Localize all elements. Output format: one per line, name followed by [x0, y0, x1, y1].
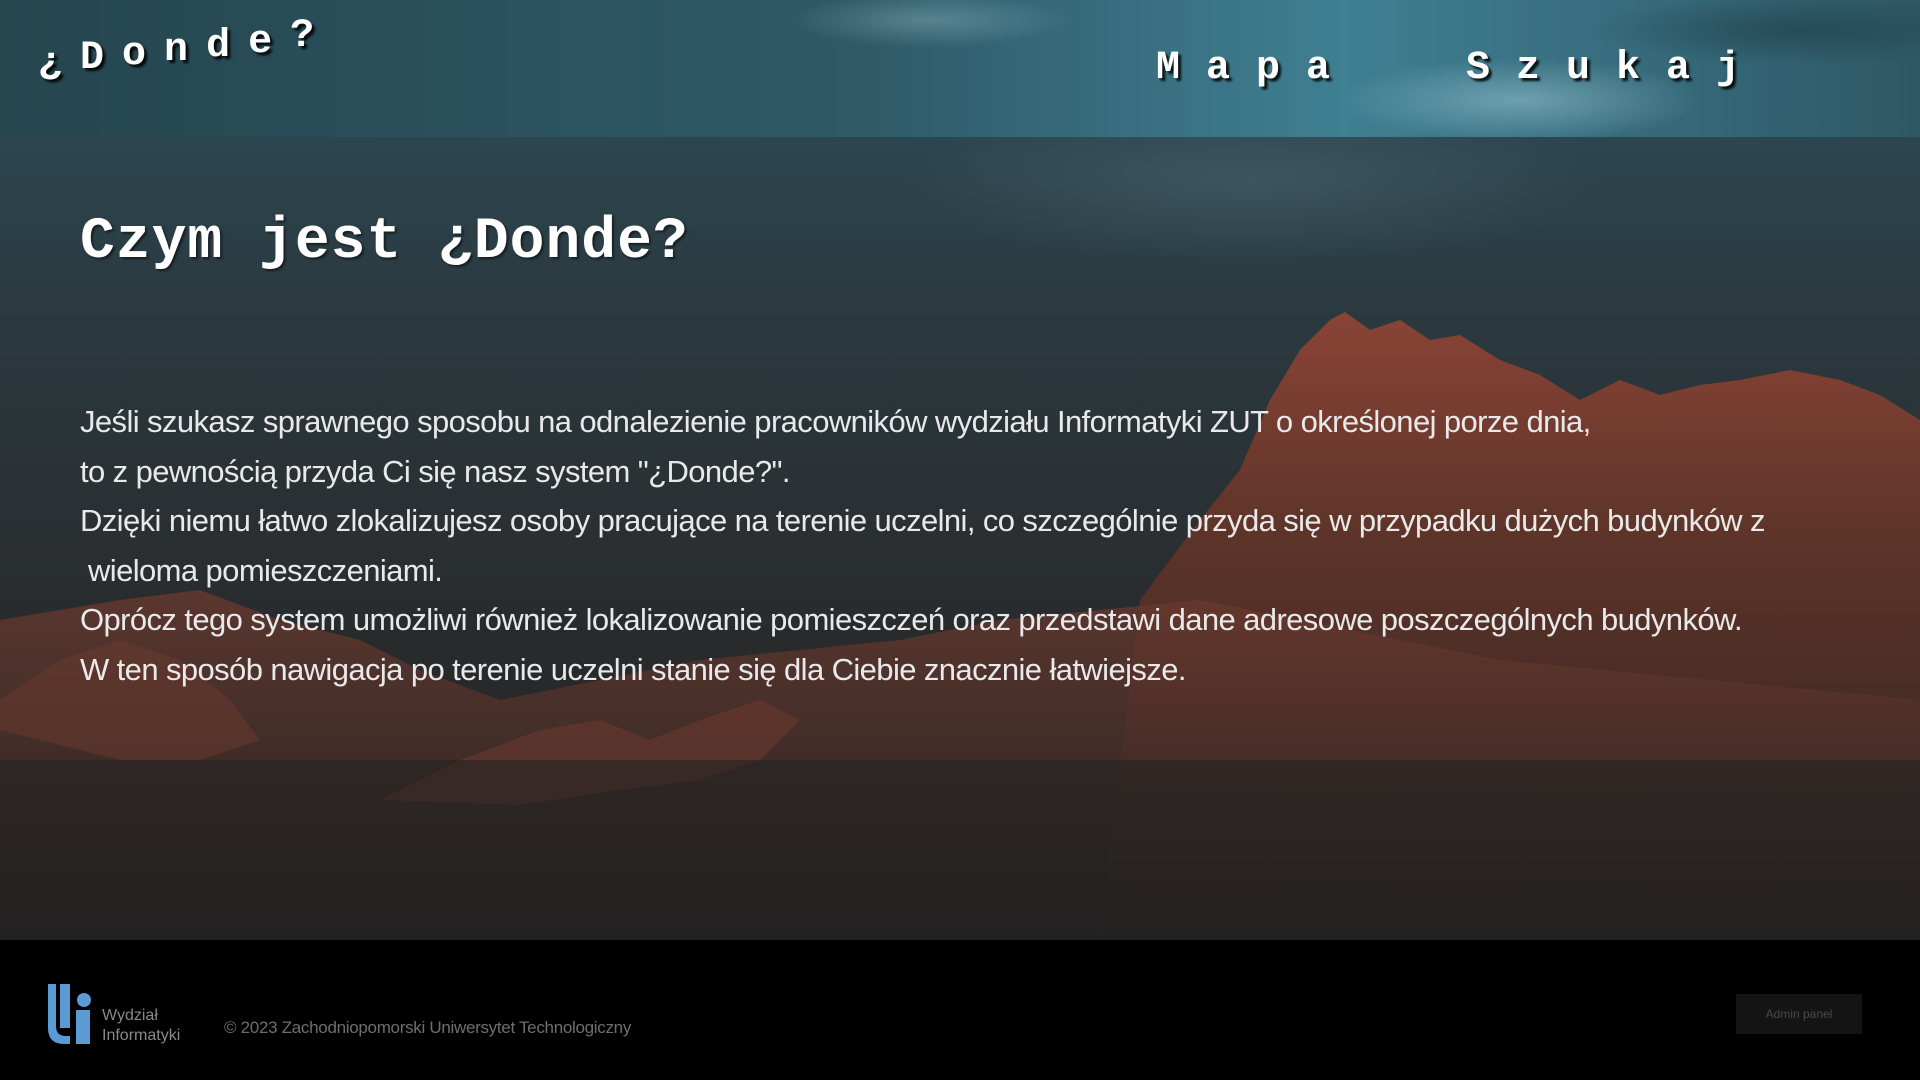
- intro-line: Dzięki niemu łatwo zlokalizujesz osoby p…: [80, 503, 1765, 538]
- intro-line: Jeśli szukasz sprawnego sposobu na odnal…: [80, 404, 1591, 439]
- intro-text: Jeśli szukasz sprawnego sposobu na odnal…: [80, 397, 1900, 694]
- logo-char: o: [122, 32, 147, 77]
- admin-panel-button[interactable]: Admin panel: [1736, 994, 1862, 1034]
- intro-line: W ten sposób nawigacja po terenie uczeln…: [80, 651, 1186, 687]
- top-navbar: ¿ D o n d e ? Mapa Szukaj: [0, 0, 1920, 137]
- nav-link-search[interactable]: Szukaj: [1466, 46, 1766, 91]
- page-title: Czym jest ¿Donde?: [80, 210, 689, 275]
- logo-char: D: [80, 36, 105, 81]
- faculty-logo-line: Informatyki: [102, 1027, 181, 1044]
- intro-line: Oprócz tego system umożliwi również loka…: [80, 602, 1743, 637]
- logo-char: d: [206, 24, 231, 69]
- nav-link-map[interactable]: Mapa: [1156, 46, 1356, 91]
- logo-char: e: [248, 20, 273, 65]
- logo-char: ?: [290, 14, 315, 59]
- intro-line: to z pewnością przyda Ci się nasz system…: [80, 453, 790, 489]
- footer: Wydział Informatyki: [0, 940, 1920, 1080]
- logo-char: n: [164, 28, 189, 73]
- site-logo[interactable]: ¿ D o n d e ?: [38, 14, 332, 87]
- main-content: Czym jest ¿Donde? Jeśli szukasz sprawneg…: [80, 210, 1900, 694]
- faculty-logo-text: Wydział Informatyki: [102, 1006, 180, 1046]
- logo-char: ¿: [38, 42, 63, 87]
- copyright-text: © 2023 Zachodniopomorski Uniwersytet Tec…: [224, 1018, 632, 1037]
- faculty-logo-icon: [48, 984, 91, 1044]
- intro-line: wieloma pomieszczeniami.: [80, 552, 443, 588]
- faculty-logo-line: Wydział: [102, 1007, 158, 1024]
